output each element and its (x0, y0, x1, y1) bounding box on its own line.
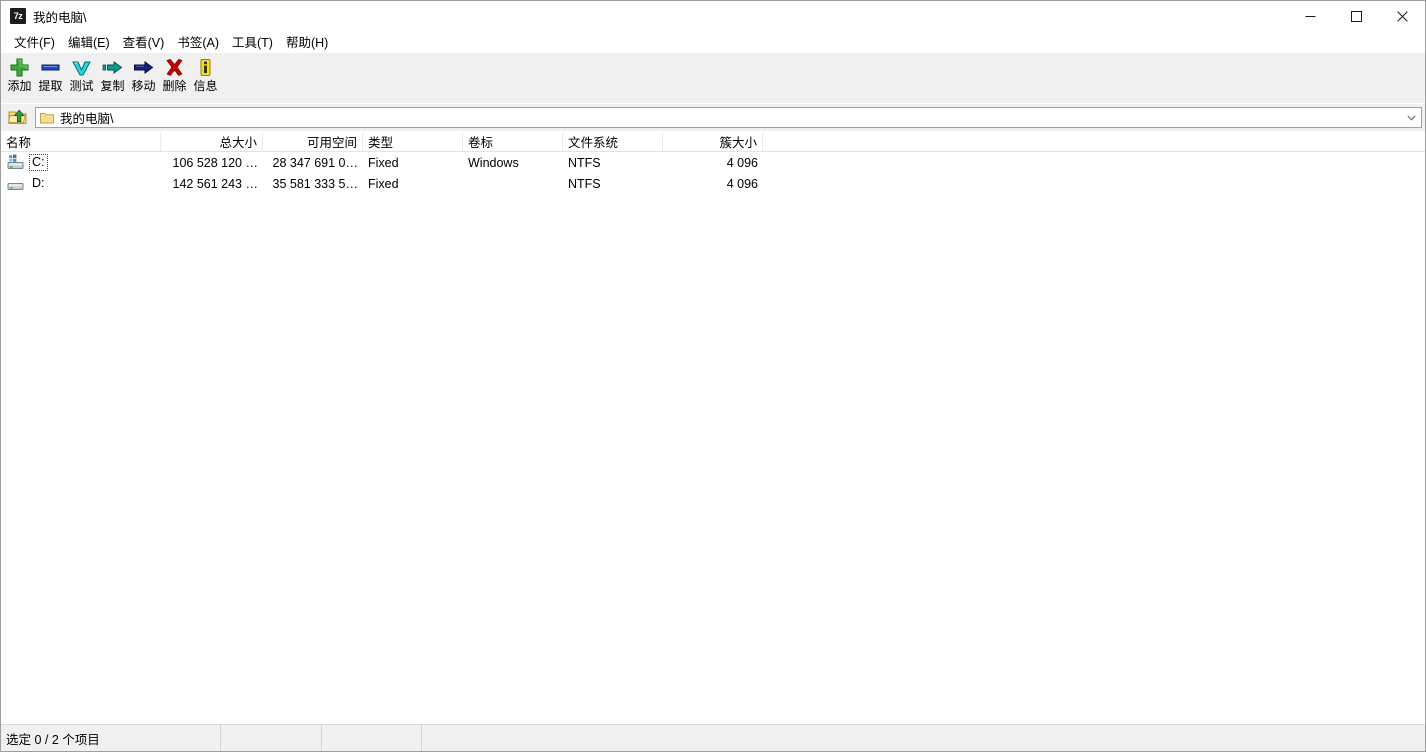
column-free-space[interactable]: 可用空间 (263, 132, 363, 151)
cell-file-system: NTFS (568, 176, 601, 191)
path-text: 我的电脑\ (60, 112, 114, 126)
add-button-label: 添加 (7, 79, 32, 93)
column-type[interactable]: 类型 (363, 132, 463, 151)
window-controls (1287, 1, 1425, 31)
column-volume-label[interactable]: 卷标 (463, 132, 563, 151)
column-cluster-size[interactable]: 簇大小 (663, 132, 763, 151)
cell-type: Fixed (368, 176, 399, 191)
maximize-icon (1350, 10, 1362, 22)
minimize-button[interactable] (1287, 1, 1333, 31)
cell-name-text: D: (32, 176, 45, 190)
cell-name[interactable]: D: (1, 173, 161, 194)
copy-button[interactable]: 复制 (97, 53, 128, 99)
window-title: 我的电脑\ (33, 10, 87, 25)
info-icon (194, 55, 218, 79)
minimize-icon (1305, 15, 1315, 17)
cell-volume-label: Windows (468, 155, 519, 170)
menu-view[interactable]: 查看(V) (117, 30, 172, 53)
column-name[interactable]: 名称 (1, 132, 161, 151)
test-button-label: 测试 (69, 79, 94, 93)
statusbar: 选定 0 / 2 个项目 (1, 724, 1425, 751)
info-button[interactable]: 信息 (190, 53, 221, 99)
extract-button-label: 提取 (38, 79, 63, 93)
move-arrow-icon (132, 55, 156, 79)
menu-help[interactable]: 帮助(H) (280, 30, 335, 53)
plus-icon (8, 55, 32, 79)
add-button[interactable]: 添加 (4, 53, 35, 99)
maximize-button[interactable] (1333, 1, 1379, 31)
close-button[interactable] (1379, 1, 1425, 31)
extract-button[interactable]: 提取 (35, 53, 66, 99)
cell-file-system: NTFS (568, 155, 601, 170)
drive-icon (7, 175, 25, 192)
copy-button-label: 复制 (100, 79, 125, 93)
cell-free-space: 35 581 333 5… (272, 176, 359, 191)
folder-up-icon (7, 108, 27, 128)
cell-type: Fixed (368, 155, 399, 170)
minus-icon (39, 55, 63, 79)
menu-tools[interactable]: 工具(T) (226, 30, 280, 53)
sevenzip-window: 7z 我的电脑\ 文件(F) 编辑(E) 查看(V) 书签(A) 工具(T) 帮… (0, 0, 1426, 752)
folder-icon (40, 111, 54, 125)
cell-name[interactable]: C: (1, 152, 161, 173)
cell-cluster-size: 4 096 (726, 155, 758, 170)
menu-bookmarks[interactable]: 书签(A) (171, 30, 226, 53)
cell-free-space: 28 347 691 0… (272, 155, 359, 170)
status-selection: 选定 0 / 2 个项目 (1, 725, 221, 751)
column-file-system[interactable]: 文件系统 (563, 132, 663, 151)
listview-header: 名称 总大小 可用空间 类型 卷标 文件系统 簇大小 (1, 132, 1425, 152)
addressbar: 我的电脑\ (1, 104, 1425, 131)
move-button[interactable]: 移动 (128, 53, 159, 99)
cell-total-size: 106 528 120 … (172, 155, 259, 170)
cell-name-text: C: (29, 154, 48, 171)
move-button-label: 移动 (131, 79, 156, 93)
titlebar-left: 7z 我的电脑\ (1, 7, 86, 26)
file-listview[interactable]: 名称 总大小 可用空间 类型 卷标 文件系统 簇大小 C: 106 528 12… (1, 132, 1425, 723)
cell-total-size: 142 561 243 … (172, 176, 259, 191)
titlebar: 7z 我的电脑\ (1, 1, 1425, 31)
delete-button-label: 删除 (162, 79, 187, 93)
cell-cluster-size: 4 096 (726, 176, 758, 191)
delete-x-icon (163, 55, 187, 79)
windows-drive-icon (7, 154, 25, 171)
menubar: 文件(F) 编辑(E) 查看(V) 书签(A) 工具(T) 帮助(H) (1, 31, 1425, 52)
path-combobox[interactable]: 我的电脑\ (35, 107, 1422, 128)
folder-up-button[interactable] (4, 106, 30, 129)
chevron-down-icon[interactable] (1402, 108, 1421, 127)
info-button-label: 信息 (193, 79, 218, 93)
table-row[interactable]: C: 106 528 120 … 28 347 691 0… Fixed Win… (1, 152, 1425, 173)
toolbar: 添加 提取 测试 复制 移动 删除 信息 (1, 53, 1425, 103)
status-panel-4 (422, 725, 1425, 751)
7z-app-icon: 7z (10, 8, 26, 24)
test-button[interactable]: 测试 (66, 53, 97, 99)
column-total-size[interactable]: 总大小 (161, 132, 263, 151)
copy-arrow-icon (101, 55, 125, 79)
menu-file[interactable]: 文件(F) (8, 30, 62, 53)
cell-volume-label (463, 173, 563, 194)
delete-button[interactable]: 删除 (159, 53, 190, 99)
status-panel-2 (221, 725, 322, 751)
check-chevron-icon (70, 55, 94, 79)
table-row[interactable]: D: 142 561 243 … 35 581 333 5… Fixed NTF… (1, 173, 1425, 194)
close-icon (1396, 10, 1408, 22)
status-panel-3 (322, 725, 422, 751)
menu-edit[interactable]: 编辑(E) (62, 30, 117, 53)
7z-app-icon-text: 7z (13, 10, 23, 21)
